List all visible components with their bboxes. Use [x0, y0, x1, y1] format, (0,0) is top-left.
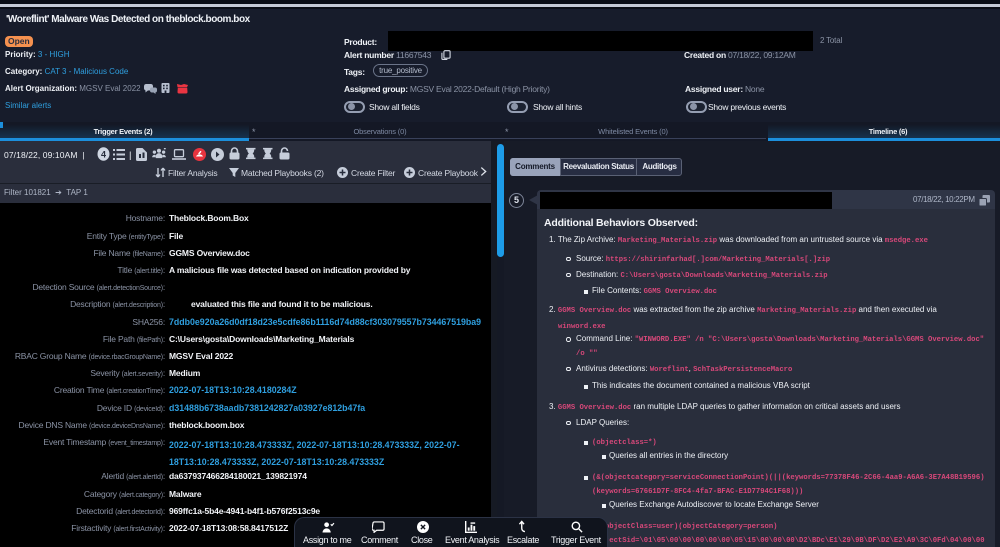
svg-text:4: 4	[101, 150, 106, 160]
